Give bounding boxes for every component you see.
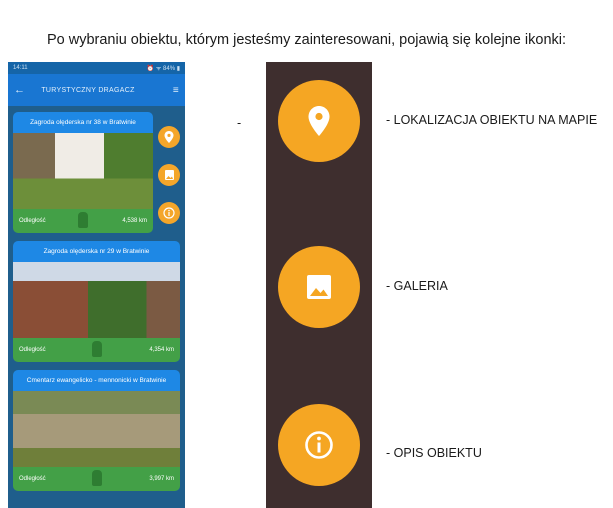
list-item[interactable]: Cmentarz ewangelicko - mennonicki w Brat…	[13, 370, 180, 491]
tap-hand-icon	[78, 212, 88, 228]
icon-strip	[266, 62, 372, 508]
instruction-heading: Po wybraniu obiektu, którym jesteśmy zai…	[46, 32, 567, 48]
card-footer: Odległość 4,538 km	[13, 209, 153, 233]
gallery-legend-label: - GALERIA	[386, 279, 448, 293]
card-photo	[13, 133, 153, 209]
card-photo	[13, 391, 180, 467]
card-footer: Odległość 4,354 km	[13, 338, 180, 362]
card-title: Zagroda olęderska nr 38 w Bratwinie	[13, 112, 153, 133]
description-button-large[interactable]	[278, 404, 360, 486]
object-list: Zagroda olęderska nr 38 w Bratwinie Odle…	[8, 112, 185, 491]
location-legend-label: - LOKALIZACJA OBIEKTU NA MAPIE	[386, 113, 598, 127]
description-legend-label: - OPIS OBIEKTU	[386, 446, 482, 460]
card-title: Zagroda olęderska nr 29 w Bratwinie	[13, 241, 180, 262]
list-item[interactable]: Zagroda olęderska nr 38 w Bratwinie Odle…	[13, 112, 180, 233]
app-bar: ← TURYSTYCZNY DRAGACZ ≡	[8, 74, 185, 106]
app-title: TURYSTYCZNY DRAGACZ	[41, 86, 135, 94]
distance-value: 4,538 km	[122, 218, 147, 224]
separator-dash: -	[237, 116, 242, 130]
description-button[interactable]	[158, 202, 180, 224]
info-icon	[163, 207, 175, 219]
info-icon	[305, 431, 333, 459]
card-title: Cmentarz ewangelicko - mennonicki w Brat…	[13, 370, 180, 391]
gallery-image-icon	[164, 170, 174, 180]
filter-icon[interactable]: ≡	[173, 85, 179, 96]
tap-hand-icon	[91, 470, 102, 486]
map-location-button[interactable]	[158, 126, 180, 148]
card-photo	[13, 262, 180, 338]
phone-screenshot: 14:11 ⏰ ᯤ 84% ▮ ← TURYSTYCZNY DRAGACZ ≡ …	[8, 62, 185, 508]
location-button-large[interactable]	[278, 80, 360, 162]
location-pin-icon	[164, 131, 174, 143]
location-pin-icon	[308, 106, 330, 136]
gallery-button-large[interactable]	[278, 246, 360, 328]
status-time: 14:11	[13, 65, 28, 71]
card-footer: Odległość 3,997 km	[13, 467, 180, 491]
status-indicators: ⏰ ᯤ 84% ▮	[146, 66, 180, 72]
list-item[interactable]: Zagroda olęderska nr 29 w Bratwinie Odle…	[13, 241, 180, 362]
back-arrow-icon[interactable]: ←	[14, 84, 25, 96]
status-bar: 14:11 ⏰ ᯤ 84% ▮	[8, 62, 185, 74]
distance-value: 3,997 km	[149, 476, 174, 482]
distance-value: 4,354 km	[149, 347, 174, 353]
distance-label: Odległość	[19, 218, 46, 224]
distance-label: Odległość	[19, 476, 46, 482]
gallery-button[interactable]	[158, 164, 180, 186]
gallery-image-icon	[307, 275, 331, 299]
tap-hand-icon	[91, 341, 102, 357]
distance-label: Odległość	[19, 347, 46, 353]
